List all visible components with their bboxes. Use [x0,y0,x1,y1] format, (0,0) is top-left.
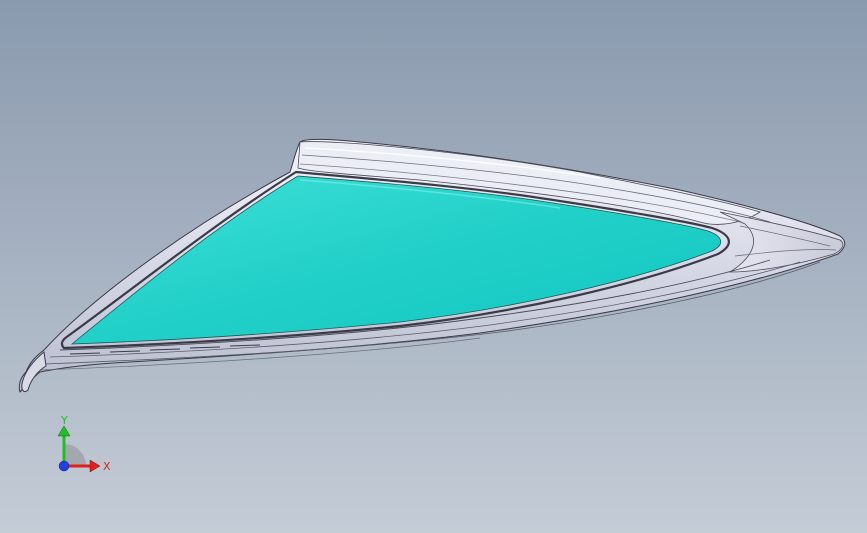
z-axis-dot [58,460,70,472]
x-axis-label: X [103,460,111,473]
orientation-triad: Y X [44,414,124,484]
quarter-window-model[interactable] [0,0,867,533]
3d-viewport[interactable]: Y X [0,0,867,533]
y-axis-label: Y [60,414,68,427]
